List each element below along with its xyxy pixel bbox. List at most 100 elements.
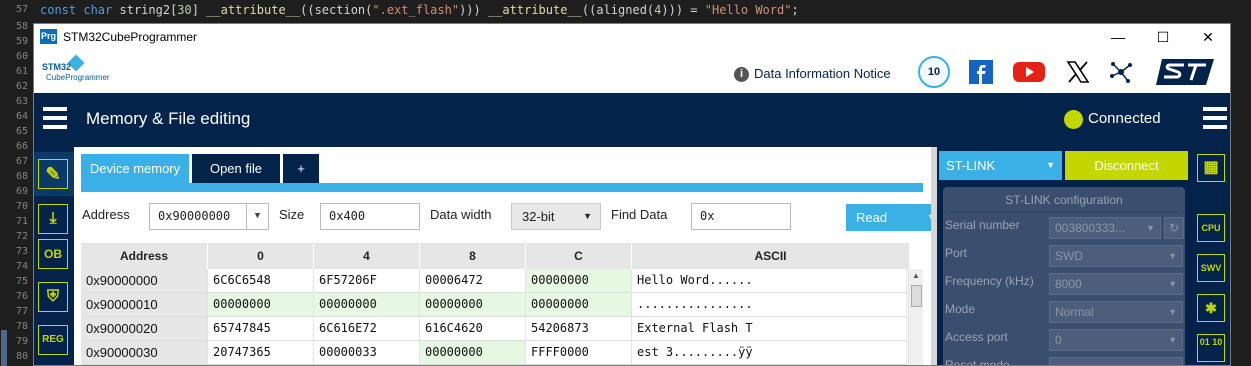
binary-icon[interactable]: 01 10 [1197,334,1225,362]
read-button-label: Read [856,210,888,225]
data-cell[interactable]: 00006472 [420,269,526,292]
column-header-address[interactable]: Address [81,243,208,269]
column-header-4[interactable]: 4 [314,243,420,269]
cpu-icon[interactable]: CPU [1197,214,1225,242]
reset-mode-select[interactable]: ▼ [1049,357,1183,365]
device-map-icon[interactable]: ▦ [1197,154,1225,182]
table-row[interactable]: 0x90000020 65747845 6C616E72 616C4620 54… [81,317,907,341]
column-header-ascii[interactable]: ASCII [632,243,910,269]
line-number: 70 [15,201,28,212]
network-icon[interactable] [1108,59,1134,85]
disconnect-button[interactable]: Disconnect [1065,151,1188,180]
app-window: Prg STM32CubeProgrammer — ☐ ✕ STM32 Cube… [33,23,1231,366]
data-cell[interactable]: 00000000 [420,293,526,316]
probe-select[interactable]: ST-LINK ▼ [939,151,1062,180]
chevron-down-icon: ▼ [1146,223,1155,233]
line-number: 68 [15,171,28,182]
minimize-button[interactable]: — [1096,26,1140,48]
data-information-notice-link[interactable]: Data Information Notice [754,66,891,81]
data-cell[interactable]: 00000000 [208,293,314,316]
data-cell[interactable]: 00000033 [314,341,420,364]
table-row[interactable]: 0x90000000 6C6C6548 6F57206F 00006472 00… [81,269,907,293]
port-label: Port [945,246,968,260]
header-bar: Memory & File editing Connected [34,93,1230,147]
column-header-8[interactable]: 8 [420,243,526,269]
mode-select[interactable]: Normal ▼ [1049,301,1183,323]
scrollbar-thumb[interactable] [911,285,922,307]
data-cell[interactable]: 6C616E72 [314,317,420,340]
data-cell[interactable]: 6F57206F [314,269,420,292]
mode-label: Mode [945,302,976,316]
configuration-title: ST-LINK configuration [1005,193,1123,207]
line-number: 64 [15,111,28,122]
code-token: ] [191,3,207,17]
bug-icon[interactable]: ✱ [1197,294,1225,322]
code-token: ".ext_flash" [372,3,460,17]
chevron-down-icon: ▼ [583,211,592,221]
chevron-down-icon: ▼ [1168,358,1177,365]
data-cell[interactable]: 616C4620 [420,317,526,340]
scroll-up-icon[interactable]: ▲ [912,271,920,280]
menu-icon[interactable] [43,107,67,129]
data-cell[interactable]: 20747365 [208,341,314,364]
title-bar[interactable]: Prg STM32CubeProgrammer — ☐ ✕ [34,24,1230,51]
code-token: const [40,3,77,17]
vertical-scrollbar[interactable]: ▲ [908,269,923,365]
serial-number-select[interactable]: 003800333... ▼ [1049,217,1161,239]
chevron-down-icon: ▼ [1168,335,1177,345]
add-tab-button[interactable]: + [283,154,319,183]
anniversary-badge-icon[interactable]: 10 [918,56,950,88]
column-header-0[interactable]: 0 [208,243,314,269]
access-port-select[interactable]: 0 ▼ [1049,329,1183,351]
data-cell[interactable]: 65747845 [208,317,314,340]
data-cell[interactable]: FFFF0000 [526,341,632,364]
find-data-input[interactable]: 0x [691,203,791,230]
frequency-select[interactable]: 8000 ▼ [1049,273,1183,295]
st-logo[interactable] [1154,57,1216,87]
brand-bar: STM32 CubeProgrammer i Data Information … [34,51,1230,93]
data-cell[interactable]: 00000000 [526,293,632,316]
change-marker [1,330,7,366]
memory-editor-panel: Device memory Open file + Address 0x9000… [74,147,946,365]
table-row[interactable]: 0x90000030 20747365 00000033 00000000 FF… [81,341,907,365]
data-cell[interactable]: 6C6C6548 [208,269,314,292]
swv-icon[interactable]: SWV [1197,254,1225,282]
code-line-57[interactable]: const char string2[30] __attribute__((se… [40,3,799,17]
port-select[interactable]: SWD ▼ [1049,245,1183,267]
divider [951,211,1177,212]
address-cell: 0x90000020 [81,317,208,340]
right-menu-icon[interactable] [1203,107,1227,129]
tab-open-file[interactable]: Open file [192,154,280,183]
maximize-button[interactable]: ☐ [1141,26,1185,48]
page-title: Memory & File editing [86,109,251,128]
code-token: ((section( [300,3,373,17]
close-button[interactable]: ✕ [1186,26,1230,48]
size-input[interactable]: 0x400 [320,203,420,230]
chevron-down-icon: ▼ [1168,251,1177,261]
address-combobox[interactable]: 0x90000000 ▼ [149,203,269,230]
ob-icon[interactable]: OB [38,239,68,269]
window-title: STM32CubeProgrammer [63,30,198,44]
serial-number-value: 003800333... [1055,221,1126,235]
tab-device-memory[interactable]: Device memory [81,154,189,183]
chevron-down-icon: ▼ [1046,160,1055,170]
data-cell[interactable]: 54206873 [526,317,632,340]
left-sidebar: ✎ ⤓ OB ⛨ REG [34,147,74,365]
table-row[interactable]: 0x90000010 00000000 00000000 00000000 00… [81,293,907,317]
column-header-c[interactable]: C [526,243,632,269]
data-width-select[interactable]: 32-bit ▼ [511,203,601,230]
data-cell[interactable]: 00000000 [314,293,420,316]
refresh-icon[interactable]: ↻ [1164,217,1184,239]
address-value: 0x90000000 [158,209,231,223]
edit-icon[interactable]: ✎ [38,159,68,189]
security-icon[interactable]: ⛨ [38,282,68,312]
data-cell[interactable]: 00000000 [420,341,526,364]
data-cell[interactable]: 00000000 [526,269,632,292]
chevron-down-icon[interactable]: ▼ [246,204,268,229]
x-icon[interactable] [1065,59,1091,85]
facebook-icon[interactable] [968,59,994,85]
info-icon[interactable]: i [734,67,749,82]
youtube-icon[interactable] [1012,59,1046,85]
download-icon[interactable]: ⤓ [38,204,68,234]
reg-icon[interactable]: REG [38,325,68,355]
